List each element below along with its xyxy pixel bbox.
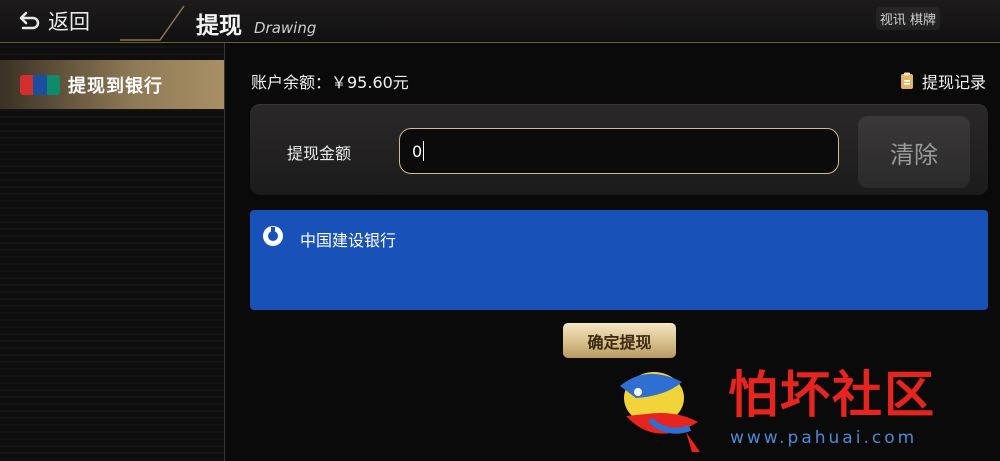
clear-button[interactable]: 清除 xyxy=(858,116,970,188)
page-title-group: 提现 Drawing xyxy=(196,6,316,40)
top-bar: 返回 提现 Drawing 视讯 棋牌 xyxy=(0,0,1000,43)
amount-input[interactable]: 0 xyxy=(399,128,839,174)
withdraw-records-link[interactable]: 提现记录 xyxy=(900,69,986,93)
ccb-bank-icon xyxy=(263,226,283,246)
page-subtitle: Drawing xyxy=(254,19,317,37)
header-divider xyxy=(120,5,185,41)
back-arrow-icon xyxy=(19,11,40,30)
bank-card-option[interactable]: 中国建设银行 xyxy=(250,210,988,310)
watermark-text: 怕坏社区 xyxy=(728,366,936,424)
sidebar-item-bank-withdraw[interactable]: 提现到银行 xyxy=(0,60,224,109)
amount-panel: 提现金额 0 清除 xyxy=(250,104,988,195)
records-label: 提现记录 xyxy=(921,73,986,92)
amount-label: 提现金额 xyxy=(287,144,352,163)
confirm-withdraw-button[interactable]: 确定提现 xyxy=(563,323,676,358)
page-title: 提现 xyxy=(196,13,242,39)
watermark-url: www.pahuai.com xyxy=(730,428,918,448)
bank-name: 中国建设银行 xyxy=(300,231,397,250)
back-button[interactable]: 返回 xyxy=(18,7,90,35)
back-label: 返回 xyxy=(48,10,90,34)
watermark-fish-logo xyxy=(620,372,700,452)
sidebar: 提现到银行 xyxy=(0,43,225,461)
unionpay-icon xyxy=(20,74,60,95)
account-balance: 账户余额：￥95.60元 xyxy=(251,73,409,92)
text-caret xyxy=(423,141,425,161)
clipboard-icon xyxy=(900,72,913,89)
sidebar-item-label: 提现到银行 xyxy=(68,75,163,97)
amount-value: 0 xyxy=(412,141,423,161)
brand-logo: 视讯 棋牌 xyxy=(875,7,940,30)
